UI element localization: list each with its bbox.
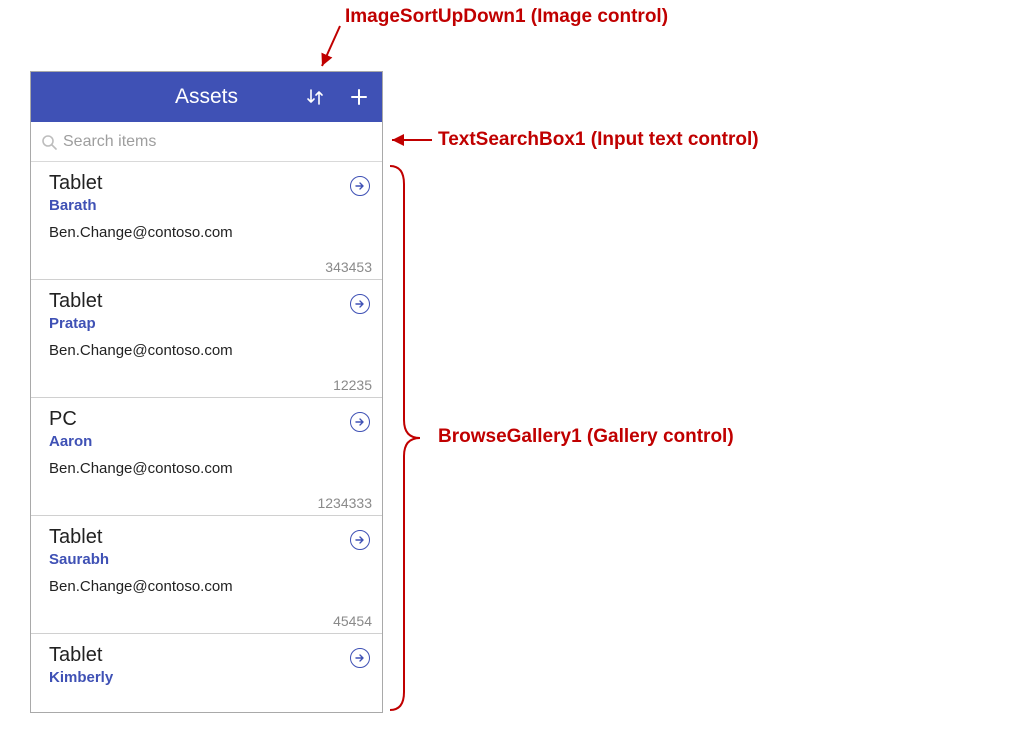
annotation-sort-icon: ImageSortUpDown1 (Image control) <box>345 6 668 28</box>
item-title: Tablet <box>49 526 370 549</box>
list-item[interactable]: Tablet Saurabh Ben.Change@contoso.com 45… <box>31 516 382 634</box>
add-icon[interactable] <box>344 82 374 112</box>
annotation-brace <box>388 164 424 712</box>
item-email: Ben.Change@contoso.com <box>49 578 370 595</box>
header-title: Assets <box>175 85 238 109</box>
item-email: Ben.Change@contoso.com <box>49 224 370 241</box>
item-id: 12235 <box>333 377 372 393</box>
next-arrow-icon[interactable] <box>350 176 370 196</box>
list-item[interactable]: Tablet Barath Ben.Change@contoso.com 343… <box>31 162 382 280</box>
app-header: Assets <box>31 72 382 122</box>
item-subtitle: Kimberly <box>49 669 370 686</box>
search-row <box>31 122 382 162</box>
item-id: 343453 <box>325 259 372 275</box>
list-item[interactable]: PC Aaron Ben.Change@contoso.com 1234333 <box>31 398 382 516</box>
item-title: Tablet <box>49 290 370 313</box>
app-screen: Assets Tablet <box>30 71 383 713</box>
item-title: Tablet <box>49 644 370 667</box>
item-id: 45454 <box>333 613 372 629</box>
list-item[interactable]: Tablet Kimberly <box>31 634 382 713</box>
annotation-arrow-top <box>320 22 350 70</box>
annotation-search-box: TextSearchBox1 (Input text control) <box>438 129 759 151</box>
item-subtitle: Aaron <box>49 433 370 450</box>
next-arrow-icon[interactable] <box>350 412 370 432</box>
list-item[interactable]: Tablet Pratap Ben.Change@contoso.com 122… <box>31 280 382 398</box>
item-title: PC <box>49 408 370 431</box>
browse-gallery[interactable]: Tablet Barath Ben.Change@contoso.com 343… <box>31 162 382 713</box>
item-id: 1234333 <box>317 495 372 511</box>
item-email: Ben.Change@contoso.com <box>49 342 370 359</box>
annotation-gallery: BrowseGallery1 (Gallery control) <box>438 426 734 448</box>
next-arrow-icon[interactable] <box>350 648 370 668</box>
sort-icon[interactable] <box>300 82 330 112</box>
item-subtitle: Saurabh <box>49 551 370 568</box>
search-icon <box>41 134 57 150</box>
annotation-arrow-search <box>388 132 436 148</box>
item-title: Tablet <box>49 172 370 195</box>
item-email: Ben.Change@contoso.com <box>49 460 370 477</box>
search-input[interactable] <box>63 133 372 151</box>
item-subtitle: Pratap <box>49 315 370 332</box>
item-subtitle: Barath <box>49 197 370 214</box>
next-arrow-icon[interactable] <box>350 294 370 314</box>
next-arrow-icon[interactable] <box>350 530 370 550</box>
